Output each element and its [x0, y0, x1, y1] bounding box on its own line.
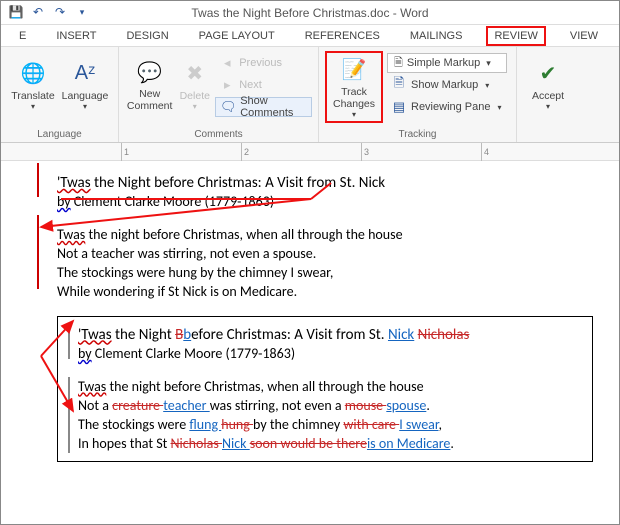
chevron-down-icon: ▾: [546, 102, 550, 111]
ribbon: 🌐 Translate ▾ Aᶻ Language ▾ Language 💬 N…: [1, 47, 619, 143]
language-label: Language: [62, 90, 109, 102]
language-button[interactable]: Aᶻ Language ▾: [59, 51, 111, 119]
change-bar[interactable]: [37, 163, 39, 197]
chevron-down-icon: ▾: [193, 102, 197, 111]
ruler-tick: 2: [241, 143, 249, 161]
ruler: 1 2 3 4: [1, 143, 619, 161]
poem-line: The stockings were flung hung by the chi…: [78, 416, 584, 435]
byline-allmarkup: by Clement Clarke Moore (1779-1863): [78, 345, 584, 364]
group-label-comments: Comments: [125, 129, 312, 140]
chevron-down-icon: ▾: [485, 81, 489, 90]
track-changes-button[interactable]: 📝 Track Changes ▾: [325, 51, 383, 123]
chevron-down-icon: ▾: [352, 110, 356, 119]
delete-comment-icon: ✖: [181, 60, 209, 88]
accept-label: Accept: [532, 90, 564, 102]
show-markup-icon: 🗎: [391, 77, 407, 93]
ruler-tick: 1: [121, 143, 129, 161]
markup-mode-label: Simple Markup: [407, 57, 480, 69]
reviewing-pane-button[interactable]: ▤Reviewing Pane▾: [387, 97, 507, 117]
all-markup-inset: 'Twas the Night Bbefore Christmas: A Vis…: [57, 316, 593, 463]
translate-icon: 🌐: [19, 60, 47, 88]
tab-view[interactable]: VIEW: [564, 28, 604, 44]
tab-mailings[interactable]: MAILINGS: [404, 28, 469, 44]
ruler-tick: 4: [481, 143, 489, 161]
change-bar[interactable]: [68, 325, 70, 359]
new-comment-button[interactable]: 💬 New Comment: [125, 51, 174, 119]
show-markup-button[interactable]: 🗎Show Markup▾: [387, 75, 507, 95]
new-comment-icon: 💬: [136, 58, 164, 86]
delete-comment-button: ✖ Delete ▾: [174, 51, 215, 119]
tab-review[interactable]: REVIEW: [486, 26, 545, 46]
accept-icon: ✔: [534, 60, 562, 88]
previous-comment-button: ◂Previous: [215, 53, 312, 73]
document-title-allmarkup: 'Twas the Night Bbefore Christmas: A Vis…: [78, 325, 584, 345]
change-bar[interactable]: [37, 215, 39, 289]
next-comment-button: ▸Next: [215, 75, 312, 95]
document-title: 'Twas the Night before Christmas: A Visi…: [57, 173, 599, 193]
tab-design[interactable]: DESIGN: [120, 28, 174, 44]
language-icon: Aᶻ: [71, 60, 99, 88]
poem-line: The stockings were hung by the chimney I…: [57, 264, 599, 283]
track-changes-icon: 📝: [340, 56, 368, 84]
poem-line: While wondering if St Nick is on Medicar…: [57, 283, 599, 302]
tab-file[interactable]: E: [13, 28, 32, 44]
chevron-down-icon: ▾: [31, 102, 35, 111]
window-title: Twas the Night Before Christmas.doc - Wo…: [191, 6, 428, 20]
ruler-tick: 3: [361, 143, 369, 161]
title-bar: 💾 ↶ ↷ ▾ Twas the Night Before Christmas.…: [1, 1, 619, 25]
markup-mode-select[interactable]: 🗎 Simple Markup ▾: [387, 53, 507, 73]
group-label-tracking: Tracking: [325, 129, 510, 140]
poem-line: Twas the night before Christmas, when al…: [57, 226, 599, 245]
poem-line: Not a creature teacher was stirring, not…: [78, 397, 584, 416]
quick-access-toolbar: 💾 ↶ ↷ ▾: [7, 3, 91, 21]
page[interactable]: 'Twas the Night before Christmas: A Visi…: [1, 161, 619, 474]
chevron-down-icon: ▾: [83, 102, 87, 111]
translate-label: Translate: [11, 90, 54, 102]
byline: by Clement Clarke Moore (1779-1863): [57, 193, 599, 212]
accept-button[interactable]: ✔ Accept ▾: [523, 51, 573, 119]
tab-insert[interactable]: INSERT: [50, 28, 102, 44]
change-bar[interactable]: [68, 377, 70, 453]
tab-references[interactable]: REFERENCES: [299, 28, 386, 44]
group-label-language: Language: [7, 129, 112, 140]
show-comments-icon: 🗨: [220, 99, 236, 115]
poem-line: In hopes that St Nicholas Nick soon woul…: [78, 435, 584, 454]
chevron-down-icon: ▾: [498, 103, 502, 112]
undo-icon[interactable]: ↶: [29, 3, 47, 21]
delete-comment-label: Delete: [180, 90, 210, 102]
group-changes: ✔ Accept ▾: [517, 47, 577, 142]
new-comment-label: New Comment: [127, 88, 173, 112]
track-changes-label: Track Changes: [333, 86, 375, 110]
group-tracking: 📝 Track Changes ▾ 🗎 Simple Markup ▾ 🗎Sho…: [319, 47, 517, 142]
save-icon[interactable]: 💾: [7, 3, 25, 21]
group-language: 🌐 Translate ▾ Aᶻ Language ▾ Language: [1, 47, 119, 142]
previous-icon: ◂: [219, 55, 235, 71]
redo-icon[interactable]: ↷: [51, 3, 69, 21]
show-comments-button[interactable]: 🗨Show Comments: [215, 97, 312, 117]
poem-line: Twas the night before Christmas, when al…: [78, 378, 584, 397]
ribbon-tabs: E INSERT DESIGN PAGE LAYOUT REFERENCES M…: [1, 25, 619, 47]
group-comments: 💬 New Comment ✖ Delete ▾ ◂Previous ▸Next…: [119, 47, 319, 142]
document-area: 1 2 3 4 'Twas the Night before Christmas…: [1, 143, 619, 524]
chevron-down-icon: ▾: [486, 58, 491, 69]
poem-line: Not a teacher was stirring, not even a s…: [57, 245, 599, 264]
markup-mode-icon: 🗎: [394, 54, 403, 73]
translate-button[interactable]: 🌐 Translate ▾: [7, 51, 59, 119]
qat-customize-icon[interactable]: ▾: [73, 3, 91, 21]
next-icon: ▸: [219, 77, 235, 93]
tab-page-layout[interactable]: PAGE LAYOUT: [193, 28, 281, 44]
reviewing-pane-icon: ▤: [391, 99, 407, 115]
